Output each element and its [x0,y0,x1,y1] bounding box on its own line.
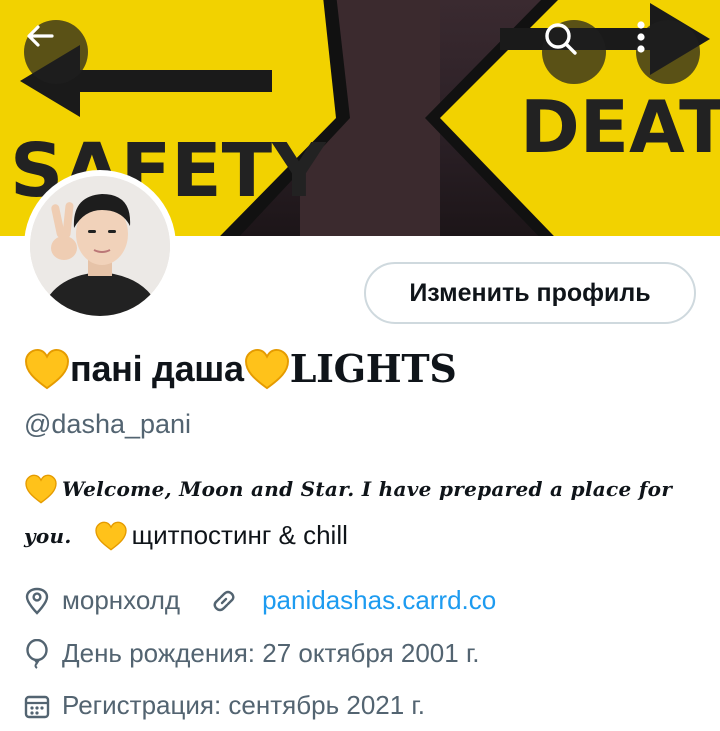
profile-avatar[interactable] [24,170,176,322]
username-handle: @dasha_pani [24,409,192,439]
search-button[interactable] [542,20,606,84]
bio-script-text-end: you. [24,523,72,548]
yellow-heart-icon [244,348,289,389]
arrow-left-icon [27,25,54,47]
sign-death-text: DEATH [520,85,720,169]
display-name-text: пані даша [70,347,244,389]
website-link-text[interactable]: panidashas.carrd.co [262,585,496,616]
bio-script-text: Welcome, Moon and Star. I have prepared … [62,477,673,501]
yellow-heart-icon [25,474,57,504]
profile-meta-row: День рождения: 27 октября 2001 г. [24,638,479,669]
bio-plain-text: щитпостинг & chill [131,520,348,550]
link-icon [213,590,235,611]
search-icon [545,23,577,55]
birthday-text: День рождения: 27 октября 2001 г. [62,638,480,668]
avatar-photo [30,176,170,316]
yellow-heart-icon [25,348,69,389]
balloon-icon [26,638,48,669]
profile-meta-row: Регистрация: сентябрь 2021 г. [24,690,425,721]
location-pin-icon [25,587,49,615]
display-name: пані даша LIGHTS [24,346,457,391]
bio-line-1: Welcome, Moon and Star. I have prepared … [24,474,672,504]
website-link[interactable]: panidashas.carrd.co [210,585,496,616]
yellow-heart-icon [94,521,127,550]
join-date-text: Регистрация: сентябрь 2021 г. [62,690,425,720]
more-options-button[interactable] [636,20,700,84]
edit-profile-button[interactable]: Изменить профиль [364,262,696,324]
location-text: морнхолд [62,585,181,615]
more-vertical-icon [637,21,645,53]
bio-line-2: you. щитпостинг & chill [24,520,348,551]
back-button[interactable] [24,20,88,84]
profile-meta-row: морнхолд panidashas.carrd.co [24,585,496,616]
display-name-suffix: LIGHTS [289,346,457,391]
calendar-icon [24,695,50,718]
